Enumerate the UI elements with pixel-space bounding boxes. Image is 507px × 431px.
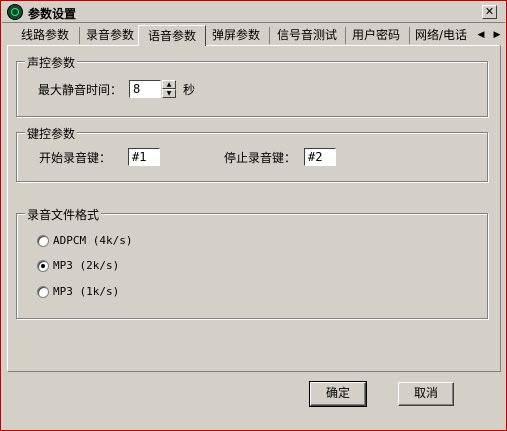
- close-button[interactable]: ✕: [482, 5, 497, 19]
- tab-scroll-right-icon[interactable]: ▶: [491, 27, 503, 43]
- tab-line-params[interactable]: 线路参数: [11, 27, 80, 44]
- window-title: 参数设置: [28, 7, 77, 21]
- key-control-group: 键控参数 开始录音键： #1 停止录音键： #2: [16, 125, 488, 182]
- start-record-key-label: 开始录音键：: [39, 151, 112, 165]
- tab-content-panel: 声控参数 最大静音时间： 8 ▲ ▼ 秒 键控参数 开始录音键： #1 停止录音…: [7, 45, 501, 372]
- radio-button[interactable]: [37, 235, 49, 247]
- radio-button[interactable]: [37, 286, 49, 298]
- max-silence-spinner[interactable]: ▲ ▼: [162, 80, 176, 98]
- voice-control-group: 声控参数 最大静音时间： 8 ▲ ▼ 秒: [16, 54, 488, 117]
- record-format-title: 录音文件格式: [25, 206, 102, 223]
- stop-record-key-input[interactable]: #2: [304, 148, 336, 166]
- tab-signal-test[interactable]: 信号音测试: [269, 27, 346, 44]
- max-silence-label: 最大静音时间：: [38, 83, 123, 97]
- voice-control-title: 声控参数: [25, 54, 78, 71]
- tab-user-password[interactable]: 用户密码: [343, 27, 410, 44]
- seconds-unit: 秒: [183, 83, 196, 97]
- start-record-key-input[interactable]: #1: [128, 148, 160, 166]
- record-format-group: 录音文件格式 ADPCM (4k/s) MP3 (2k/s) MP3 (1k/s…: [16, 206, 488, 319]
- settings-dialog: 参数设置 ✕ 线路参数 录音参数 语音参数 弹屏参数 信号音测试 用户密码 网络…: [0, 0, 507, 431]
- tab-strip: 线路参数 录音参数 语音参数 弹屏参数 信号音测试 用户密码 网络/电话 ◀ ▶: [7, 25, 503, 46]
- key-control-title: 键控参数: [25, 125, 78, 142]
- spin-up-icon[interactable]: ▲: [162, 80, 176, 89]
- max-silence-input[interactable]: 8: [129, 80, 161, 98]
- app-logo-icon: [7, 4, 23, 20]
- spin-down-icon[interactable]: ▼: [162, 89, 176, 98]
- title-bar[interactable]: 参数设置 ✕: [2, 2, 505, 23]
- ok-button[interactable]: 确定: [309, 381, 367, 407]
- tab-record-params[interactable]: 录音参数: [77, 27, 144, 44]
- radio-button-selected[interactable]: [37, 260, 49, 272]
- tab-scroll-left-icon[interactable]: ◀: [475, 27, 487, 43]
- format-option-label: MP3 (1k/s): [53, 285, 120, 298]
- cancel-button[interactable]: 取消: [398, 382, 454, 406]
- format-option-label: MP3 (2k/s): [53, 259, 120, 272]
- format-option-label: ADPCM (4k/s): [53, 234, 133, 247]
- stop-record-key-label: 停止录音键：: [224, 151, 297, 165]
- tab-voice-params[interactable]: 语音参数: [138, 25, 206, 46]
- tab-network-phone[interactable]: 网络/电话: [406, 27, 476, 44]
- tab-popup-params[interactable]: 弹屏参数: [203, 27, 270, 44]
